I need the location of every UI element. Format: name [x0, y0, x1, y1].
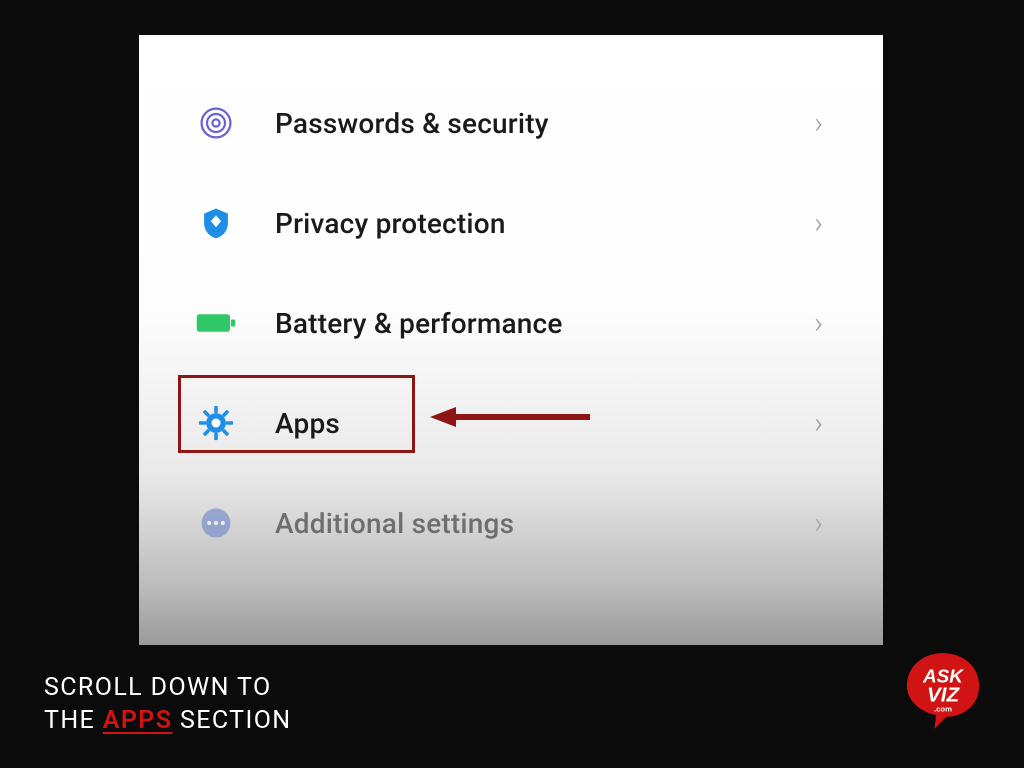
- brand-logo: ASK VIZ .com: [900, 648, 986, 734]
- gear-icon: [195, 402, 237, 444]
- settings-item-label: Apps: [275, 407, 814, 440]
- fingerprint-icon: [195, 102, 237, 144]
- chevron-right-icon: ›: [814, 206, 823, 241]
- settings-item-passwords-security[interactable]: Passwords & security ›: [139, 73, 883, 173]
- settings-item-battery-performance[interactable]: Battery & performance ›: [139, 273, 883, 373]
- settings-list: Passwords & security › Privacy protectio…: [139, 35, 883, 573]
- settings-item-apps[interactable]: Apps ›: [139, 373, 883, 473]
- caption-line1: SCROLL DOWN TO: [44, 673, 272, 702]
- settings-screenshot: Passwords & security › Privacy protectio…: [139, 35, 883, 645]
- shield-icon: [195, 202, 237, 244]
- caption-highlight: APPS: [103, 706, 173, 735]
- settings-item-label: Privacy protection: [275, 207, 814, 240]
- settings-item-privacy-protection[interactable]: Privacy protection ›: [139, 173, 883, 273]
- caption-line2b: SECTION: [172, 706, 291, 735]
- settings-item-label: Additional settings: [275, 507, 814, 540]
- battery-icon: [195, 302, 237, 344]
- instruction-caption: SCROLL DOWN TO THE APPS SECTION: [44, 672, 292, 737]
- chevron-right-icon: ›: [814, 306, 823, 341]
- chevron-right-icon: ›: [814, 406, 823, 441]
- svg-text:VIZ: VIZ: [927, 683, 960, 706]
- chevron-right-icon: ›: [814, 106, 823, 141]
- svg-text:.com: .com: [934, 705, 952, 714]
- settings-item-label: Passwords & security: [275, 107, 814, 140]
- dots-icon: [195, 502, 237, 544]
- tutorial-frame: Passwords & security › Privacy protectio…: [0, 0, 1024, 768]
- chevron-right-icon: ›: [814, 506, 823, 541]
- caption-line2a: THE: [44, 706, 103, 735]
- settings-item-additional-settings[interactable]: Additional settings ›: [139, 473, 883, 573]
- settings-item-label: Battery & performance: [275, 307, 814, 340]
